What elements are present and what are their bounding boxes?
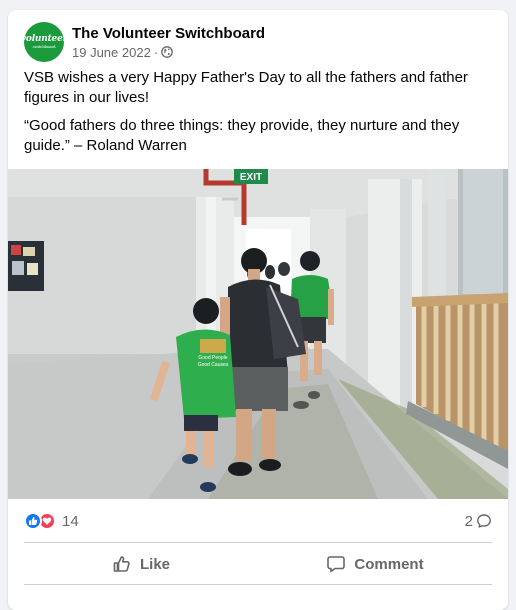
post-paragraph-2: “Good fathers do three things: they prov… (24, 117, 460, 154)
comment-count[interactable]: 2 (465, 513, 492, 530)
globe-icon[interactable] (161, 46, 173, 58)
comment-count-value: 2 (464, 512, 473, 530)
post-photo[interactable]: EXIT Good People Good Causes (8, 169, 508, 499)
post-info: 19 June 2022 · (72, 44, 265, 61)
reaction-summary[interactable]: 14 (24, 512, 79, 530)
avatar-logo: volunteer switchboard (21, 35, 67, 49)
avatar-logo-text: volunteer (20, 34, 68, 44)
like-button-label: Like (139, 555, 170, 573)
comment-bubble-icon (477, 514, 491, 528)
comment-button[interactable]: Comment (258, 546, 492, 582)
right-pillar (368, 179, 422, 409)
avatar-logo-subtext: switchboard (32, 44, 56, 49)
action-bar: Like Comment (24, 546, 492, 582)
comment-button-label: Comment (354, 555, 424, 573)
post-date[interactable]: 19 June 2022 (72, 44, 151, 61)
shirt-text-1: Good People (198, 355, 227, 361)
divider (24, 542, 492, 543)
like-button[interactable]: Like (24, 546, 258, 582)
photo-illustration: EXIT Good People Good Causes (8, 169, 508, 499)
comment-icon (327, 556, 346, 573)
page-avatar[interactable]: volunteer switchboard (21, 22, 67, 62)
divider-bottom (24, 584, 492, 585)
page-name-link[interactable]: The Volunteer Switchboard (72, 24, 265, 43)
thumbs-up-icon (113, 556, 130, 572)
shirt-text-2: Good Causes (198, 362, 229, 368)
post-header: volunteer switchboard The Volunteer Swit… (21, 22, 492, 62)
post-paragraph-1: VSB wishes a very Happy Father's Day to … (24, 69, 468, 106)
info-separator: · (153, 44, 159, 60)
like-icon (24, 512, 42, 530)
reaction-count: 14 (62, 512, 79, 530)
post-meta: The Volunteer Switchboard 19 June 2022 · (72, 24, 265, 61)
post-card: volunteer switchboard The Volunteer Swit… (8, 10, 508, 610)
exit-sign-text: EXIT (240, 172, 262, 183)
post-text: VSB wishes a very Happy Father's Day to … (24, 68, 492, 164)
reactions-bar: 14 2 (24, 510, 492, 532)
